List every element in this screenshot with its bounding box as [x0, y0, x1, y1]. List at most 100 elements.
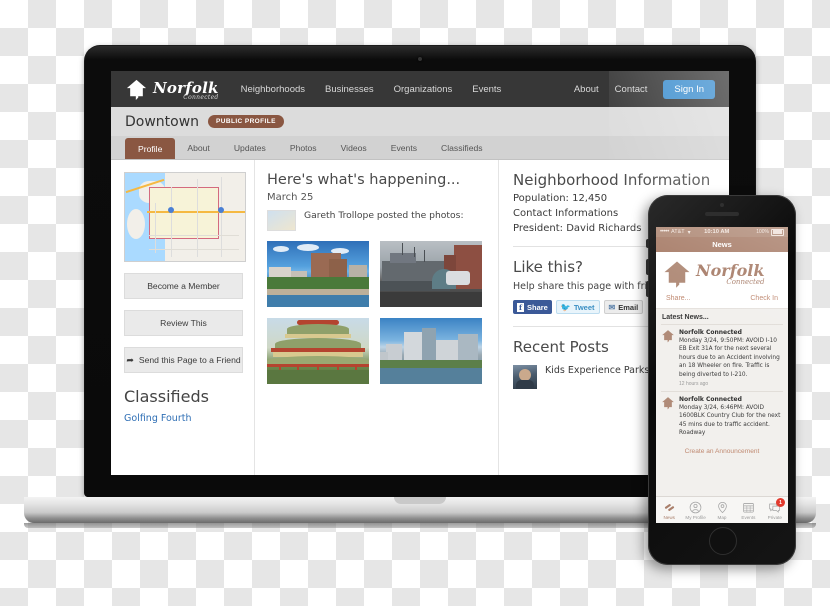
twitter-bird-icon: 🐦 [560, 302, 571, 312]
twitter-tweet-button[interactable]: 🐦 Tweet [555, 300, 600, 315]
page-title: Downtown [125, 113, 200, 130]
news-text: Monday 3/24, 6:46PM: AVOID 1600BLK Count… [679, 404, 781, 437]
list-item[interactable]: Norfolk Connected Monday 3/24, 9:50PM: A… [661, 324, 783, 391]
phone-volume-down-button[interactable] [646, 281, 649, 297]
tab-photos[interactable]: Photos [278, 136, 329, 159]
send-page-to-friend-button[interactable]: ➦ Send this Page to a Friend [124, 347, 243, 373]
phone-earpiece [705, 212, 739, 216]
tab-events[interactable]: Events [379, 136, 429, 159]
header-right-nav: About Contact Sign In [574, 79, 715, 99]
review-this-label: Review This [160, 318, 207, 328]
phone-navbar: News [656, 237, 788, 252]
tab-about[interactable]: About [175, 136, 221, 159]
facebook-share-button[interactable]: f Share [513, 300, 552, 315]
profile-tab-bar: Profile About Updates Photos Videos Even… [111, 136, 729, 160]
phone-share-link[interactable]: Share... [666, 295, 691, 302]
wifi-icon: ▾ [687, 229, 691, 236]
waterfront-condos-photo[interactable] [267, 241, 369, 307]
house-icon [662, 259, 692, 289]
phone-tab-private-label: Private [767, 514, 782, 520]
brand-logo[interactable]: Norfolk Connected [125, 78, 219, 101]
unread-badge: 1 [776, 498, 786, 507]
site-header: Norfolk Connected Neighborhoods Business… [111, 71, 729, 107]
classifieds-heading: Classifieds [124, 387, 209, 406]
news-icon [663, 501, 676, 514]
nav-item-businesses[interactable]: Businesses [325, 84, 374, 95]
phone-check-in-link[interactable]: Check In [750, 295, 778, 302]
review-this-button[interactable]: Review This [124, 310, 243, 336]
main-feed-column: Here's what's happening... March 25 Gare… [254, 160, 498, 475]
battleship-wisconsin-photo[interactable] [380, 241, 482, 307]
phone-tab-news[interactable]: News [656, 497, 682, 523]
photo-grid [267, 241, 486, 384]
become-a-member-button[interactable]: Become a Member [124, 273, 243, 299]
avatar [513, 365, 537, 390]
phone-navbar-title: News [712, 240, 732, 249]
battery-icon [771, 228, 784, 236]
tab-videos[interactable]: Videos [329, 136, 379, 159]
tab-profile[interactable]: Profile [125, 138, 176, 159]
battery-status: 100% [756, 228, 784, 236]
laptop-camera-icon [418, 57, 422, 61]
house-icon [661, 329, 675, 343]
phone-tab-map[interactable]: Map [709, 497, 735, 523]
pagoda-garden-photo[interactable] [267, 318, 369, 384]
phone-tab-events-label: Events [741, 514, 756, 520]
phone-tab-my-profile[interactable]: My Profile [682, 497, 708, 523]
create-announcement-button[interactable]: Create an Announcement [656, 441, 788, 461]
phone-logo-title: Norfolk [696, 260, 765, 280]
phone-logo-subtitle: Connected [726, 277, 765, 286]
nav-item-events[interactable]: Events [472, 84, 501, 95]
nav-item-organizations[interactable]: Organizations [394, 84, 453, 95]
phone-volume-up-button[interactable] [646, 259, 649, 275]
nav-item-about[interactable]: About [574, 84, 599, 95]
twitter-tweet-label: Tweet [573, 302, 595, 312]
news-source: Norfolk Connected [679, 329, 742, 336]
classified-link-golfing-fourth[interactable]: Golfing Fourth [124, 413, 243, 424]
main-nav: Neighborhoods Businesses Organizations E… [241, 84, 502, 95]
neighborhood-info-heading: Neighborhood Information [513, 171, 711, 189]
sign-in-button[interactable]: Sign In [663, 79, 715, 99]
feed-post-text: Gareth Trollope posted the photos: [304, 210, 464, 221]
phone-tab-map-label: Map [717, 514, 727, 520]
phone-tab-my-profile-label: My Profile [685, 514, 706, 520]
tab-classifieds[interactable]: Classifieds [429, 136, 495, 159]
recent-post-text: Kids Experience Parks [545, 365, 650, 377]
avatar [267, 210, 296, 231]
signal-strength-icon: ••••• [660, 229, 670, 235]
tab-updates[interactable]: Updates [222, 136, 278, 159]
person-icon [689, 501, 702, 514]
news-source: Norfolk Connected [679, 395, 742, 403]
phone-tab-events[interactable]: Events [735, 497, 761, 523]
email-share-button[interactable]: ✉ Email [603, 300, 644, 315]
house-icon [125, 78, 148, 101]
phone-news-list: Norfolk Connected Monday 3/24, 9:50PM: A… [656, 324, 788, 442]
map-pin-icon [716, 501, 729, 514]
page-body: Become a Member Review This ➦ Send this … [111, 160, 729, 475]
email-share-label: Email [618, 302, 639, 312]
list-item[interactable]: Norfolk Connected Monday 3/24, 6:46PM: A… [661, 390, 783, 442]
status-badge: PUBLIC PROFILE [208, 115, 284, 128]
phone-tab-private[interactable]: Private 1 [762, 497, 788, 523]
become-a-member-label: Become a Member [147, 281, 220, 291]
status-time: 10:10 AM [704, 229, 730, 235]
left-sidebar: Become a Member Review This ➦ Send this … [111, 160, 254, 475]
neighborhood-map[interactable] [124, 172, 246, 262]
send-page-label: Send this Page to a Friend [138, 355, 241, 365]
phone-home-button[interactable] [709, 527, 737, 555]
nav-item-neighborhoods[interactable]: Neighborhoods [241, 84, 305, 95]
battery-percent: 100% [756, 229, 769, 235]
phone-mute-switch[interactable] [646, 239, 649, 248]
envelope-icon: ✉ [608, 302, 616, 312]
phone-screen: ••••• AT&T ▾ 10:10 AM 100% News Norfolk … [656, 227, 788, 523]
phone-camera-icon [720, 203, 724, 207]
phone-status-bar: ••••• AT&T ▾ 10:10 AM 100% [656, 227, 788, 237]
laptop-screen: Norfolk Connected Neighborhoods Business… [111, 71, 729, 475]
feed-heading: Here's what's happening... [267, 172, 461, 188]
nav-item-contact[interactable]: Contact [615, 84, 648, 95]
phone-tab-news-label: News [663, 514, 675, 520]
phone-tab-bar: News My Profile Map Events Private 1 [656, 496, 788, 523]
facebook-icon: f [517, 302, 524, 312]
downtown-skyline-photo[interactable] [380, 318, 482, 384]
carrier-label: AT&T [671, 229, 685, 235]
